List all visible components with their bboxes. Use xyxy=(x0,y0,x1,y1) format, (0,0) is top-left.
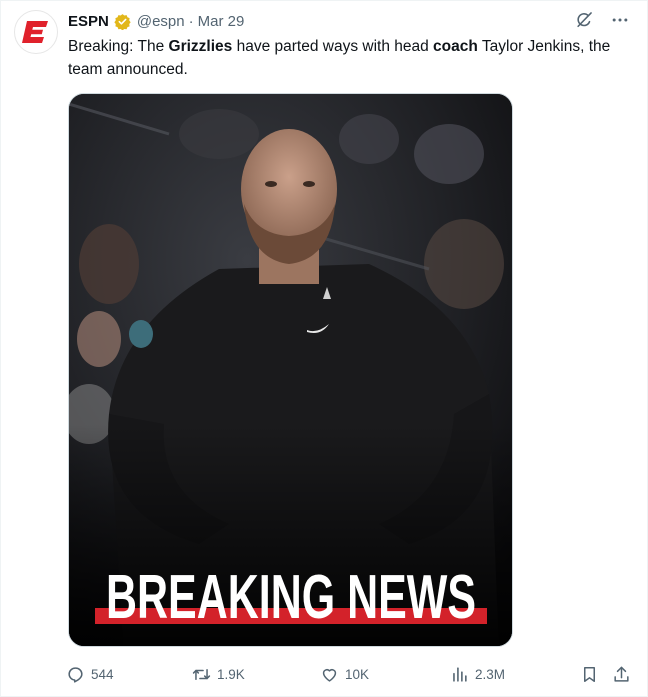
reply-count: 544 xyxy=(91,666,114,682)
author-name[interactable]: ESPN xyxy=(68,13,109,30)
share-button[interactable] xyxy=(612,665,631,684)
like-count: 10K xyxy=(345,666,370,682)
tweet-text: Breaking: The Grizzlies have parted ways… xyxy=(68,35,628,81)
hashtag-grizzlies: Grizzlies xyxy=(168,38,233,55)
retweet-count: 1.9K xyxy=(217,666,245,682)
espn-logo-icon xyxy=(22,21,48,43)
view-count: 2.3M xyxy=(475,666,506,682)
verified-badge-icon[interactable] xyxy=(114,13,131,30)
separator-dot: · xyxy=(188,12,194,30)
grok-icon[interactable] xyxy=(573,9,595,31)
reply-icon xyxy=(68,666,83,683)
reply-button[interactable]: 544 xyxy=(66,665,114,684)
espn-avatar[interactable] xyxy=(14,10,58,54)
breaking-news-banner: BREAKING NEWS xyxy=(106,563,476,632)
author-handle[interactable]: @espn xyxy=(137,13,185,30)
tweet-card[interactable]: ESPN @espn · Mar 29 Breaking: The Grizzl… xyxy=(0,0,648,697)
tweet-actions-bar: 544 1.9K 10K 2.3M xyxy=(66,661,636,687)
bookmark-button[interactable] xyxy=(580,665,599,684)
tweet-text-part-1: Breaking: The xyxy=(68,38,169,55)
retweet-button[interactable]: 1.9K xyxy=(192,665,245,684)
top-actions xyxy=(573,9,631,31)
share-icon xyxy=(614,666,629,682)
more-icon[interactable] xyxy=(609,9,631,31)
keyword-coach: coach xyxy=(433,38,478,55)
tweet-text-part-2: have parted ways with head xyxy=(232,38,434,55)
views-button[interactable]: 2.3M xyxy=(450,665,505,684)
views-icon xyxy=(453,666,467,682)
tweet-media-image[interactable]: BREAKING NEWS xyxy=(68,93,513,647)
bookmark-icon xyxy=(583,666,596,682)
tweet-header: ESPN @espn · Mar 29 xyxy=(68,11,244,31)
tweet-date[interactable]: Mar 29 xyxy=(198,13,245,30)
retweet-icon xyxy=(192,668,211,680)
like-icon xyxy=(322,668,337,682)
like-button[interactable]: 10K xyxy=(320,665,369,684)
